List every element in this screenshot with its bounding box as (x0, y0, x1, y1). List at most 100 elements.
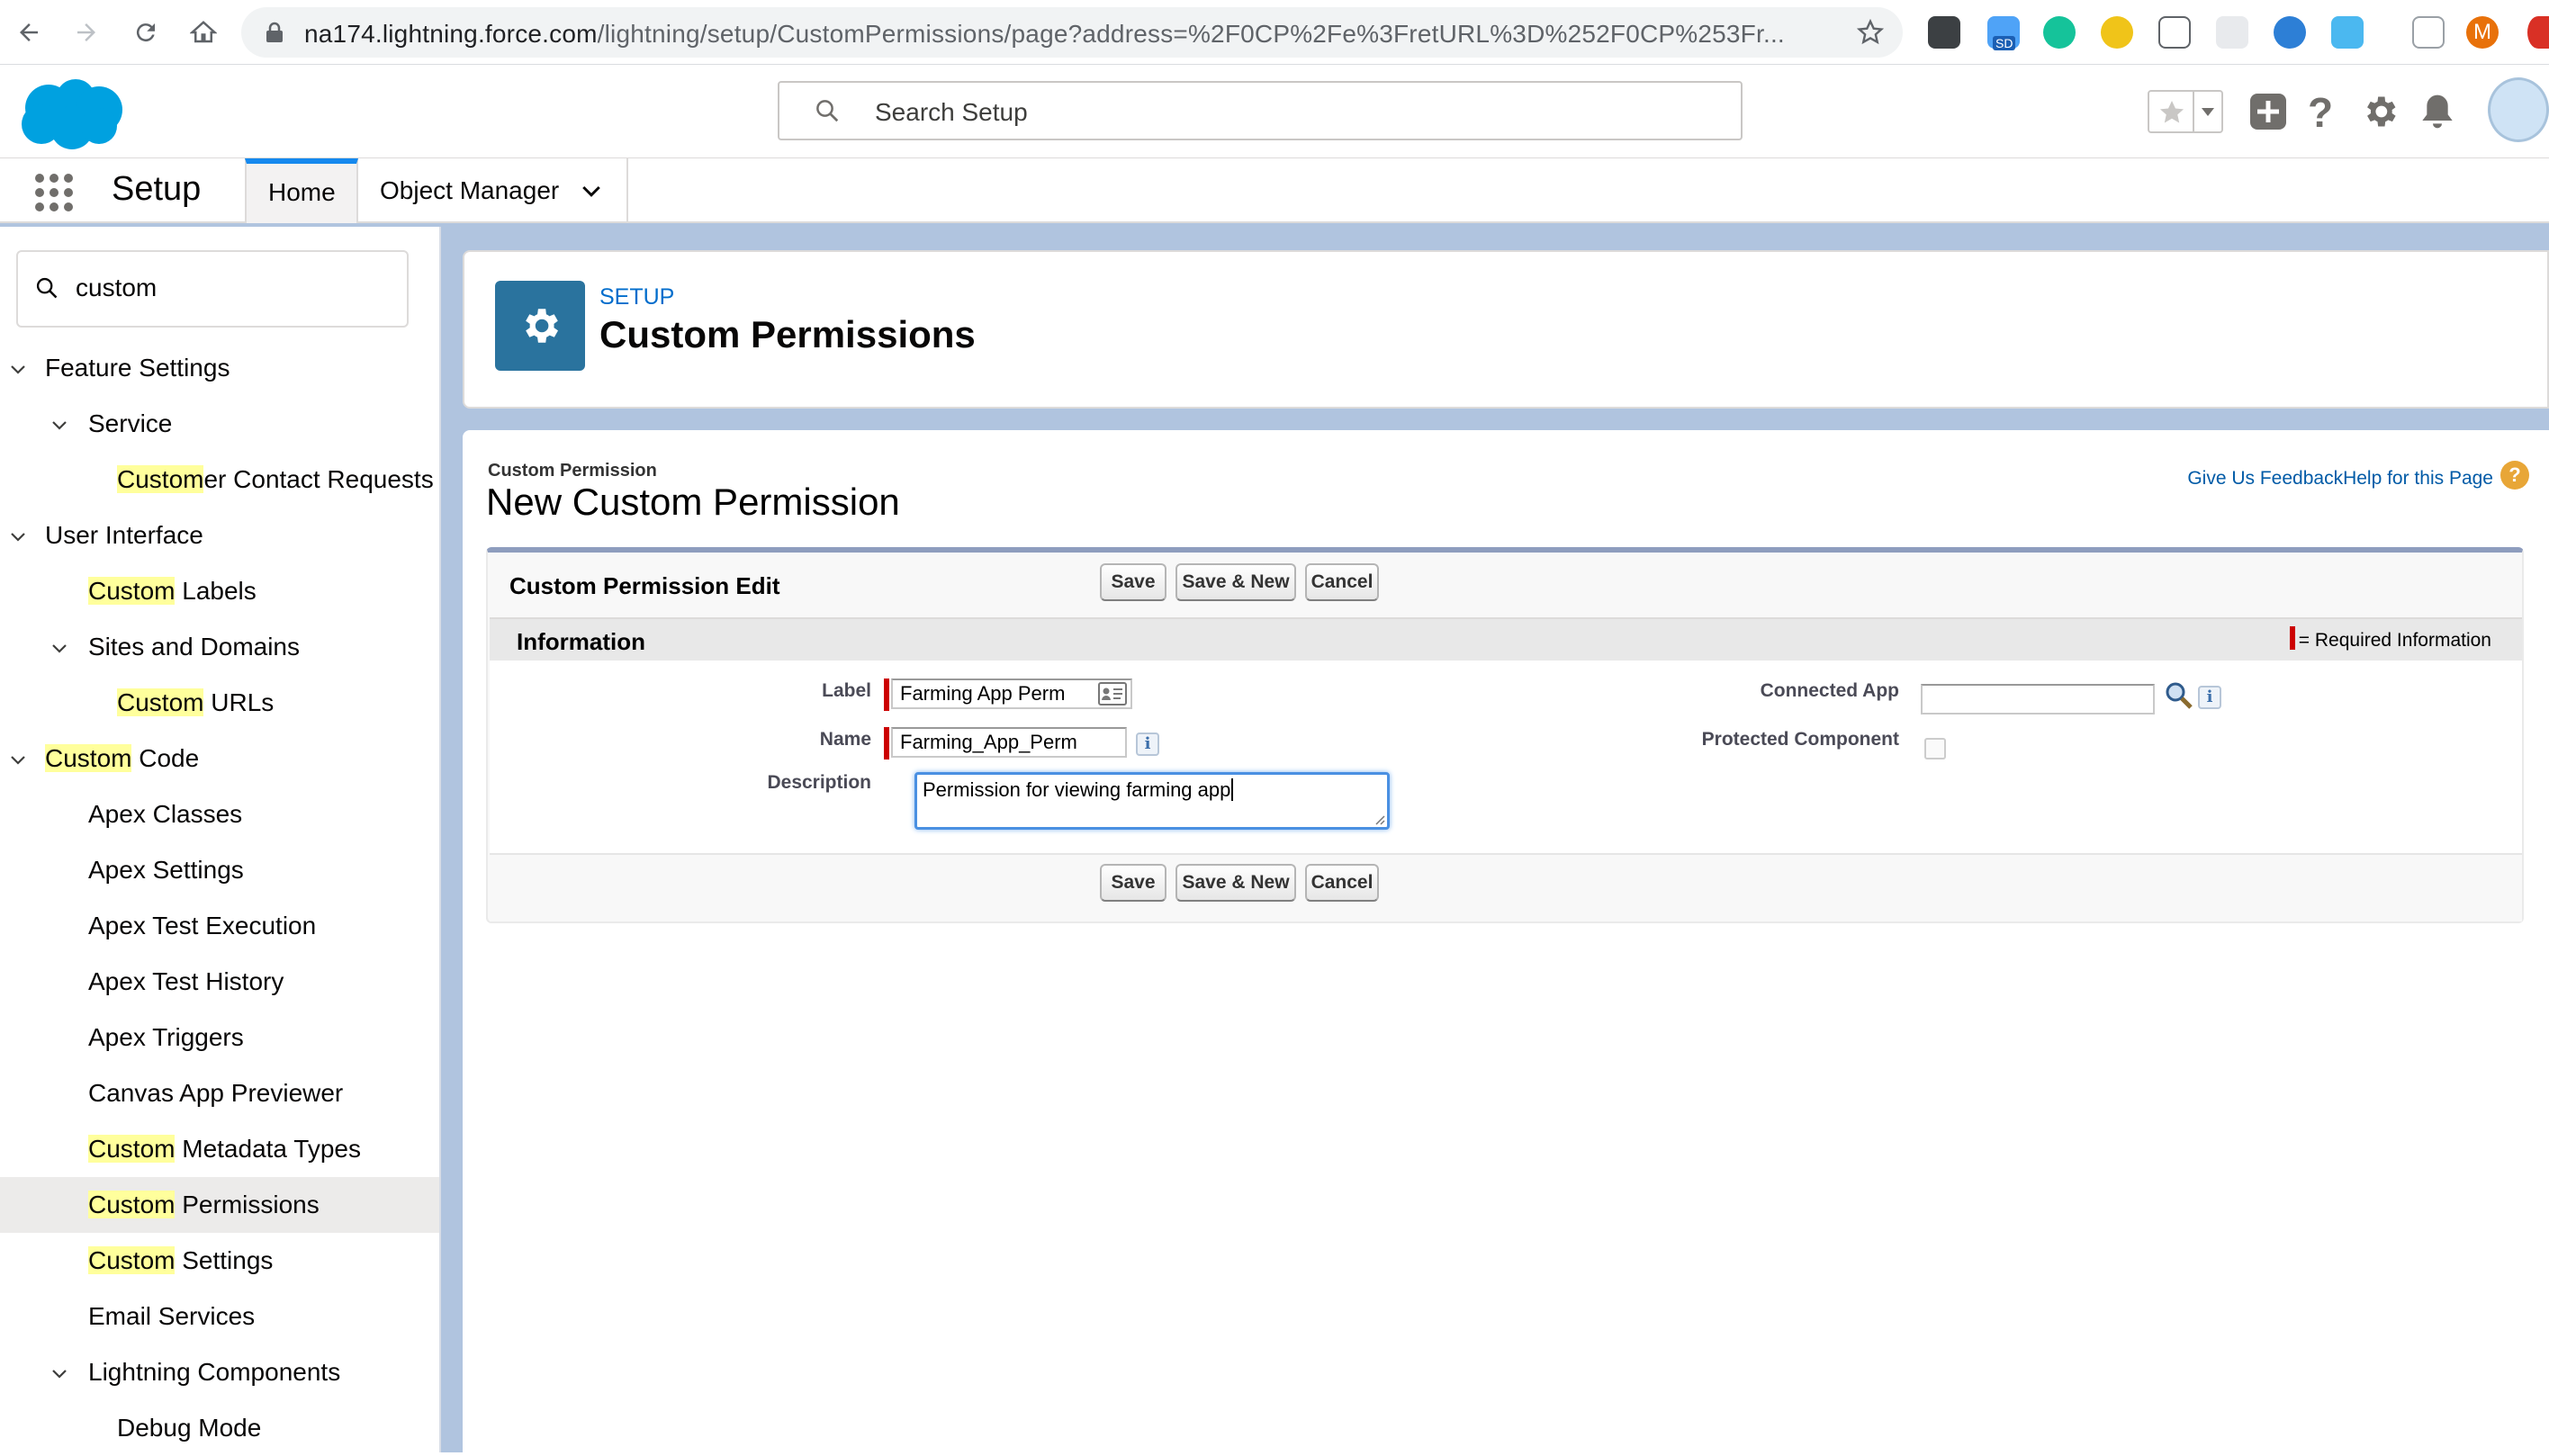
sidebar-item[interactable]: Email Services (0, 1289, 439, 1344)
sidebar-item-text: Sites and Domains (88, 633, 301, 661)
help-question-icon[interactable]: ? (2308, 88, 2333, 137)
extension-dots-icon[interactable] (1928, 16, 1960, 49)
tab-object-manager[interactable]: Object Manager (358, 158, 628, 223)
favorites-button[interactable] (2148, 90, 2223, 133)
setup-eyebrow: SETUP (599, 284, 675, 310)
sidebar-item[interactable]: Custom Permissions (0, 1177, 439, 1233)
add-icon[interactable] (2248, 92, 2288, 131)
sidebar-item-label: Custom Permissions (88, 1191, 320, 1219)
sidebar-item[interactable]: Lightning Components (0, 1344, 439, 1400)
description-textarea[interactable]: Permission for viewing farming app (914, 772, 1390, 830)
sidebar-item[interactable]: Canvas App Previewer (0, 1065, 439, 1121)
info-icon[interactable]: i (1136, 732, 1159, 756)
required-legend: = Required Information (2298, 630, 2491, 651)
salesforce-logo[interactable] (16, 76, 126, 151)
save-button[interactable]: Save (1100, 864, 1166, 902)
help-link[interactable]: Give Us FeedbackHelp for this Page (2187, 468, 2493, 490)
label-input[interactable]: Farming App Perm (891, 679, 1132, 709)
required-marker (884, 679, 889, 711)
help-icon[interactable]: ? (2500, 461, 2529, 490)
connected-app-label: Connected App (1760, 680, 1899, 701)
sidebar-item-text: Feature Settings (45, 354, 230, 382)
sidebar-item-text: URLs (203, 688, 275, 716)
sidebar-item[interactable]: Apex Triggers (0, 1010, 439, 1065)
description-field-label: Description (767, 772, 871, 793)
chevron-down-icon[interactable] (9, 360, 27, 378)
sidebar-item[interactable]: Apex Test Execution (0, 898, 439, 954)
address-bar[interactable]: na174.lightning.force.com/lightning/setu… (241, 7, 1903, 58)
extension-cloud-check-icon[interactable] (2331, 16, 2364, 49)
setup-sidebar: custom Feature Settings Service Customer C… (0, 227, 441, 1452)
reload-icon[interactable] (130, 16, 162, 49)
sidebar-item-text: User Interface (45, 521, 203, 549)
sidebar-item-text: Apex Test History (88, 967, 284, 995)
sidebar-item-label: Sites and Domains (88, 633, 300, 661)
sidebar-item[interactable]: Custom Settings (0, 1233, 439, 1289)
extension-red-icon[interactable] (2527, 16, 2549, 49)
sidebar-item-label: Apex Test Execution (88, 912, 316, 940)
user-avatar[interactable] (2488, 77, 2549, 142)
sidebar-item[interactable]: Feature Settings (0, 340, 439, 396)
chevron-down-icon[interactable] (2193, 92, 2221, 131)
chevron-down-icon[interactable] (9, 750, 27, 768)
sidebar-item-label: Custom URLs (117, 688, 274, 717)
sidebar-item-label: Customer Contact Requests (117, 465, 434, 494)
extension-grid-icon[interactable] (2216, 16, 2248, 49)
info-icon[interactable]: i (2198, 686, 2221, 709)
chevron-down-icon[interactable] (50, 639, 68, 657)
extension-key-icon[interactable] (2101, 16, 2133, 49)
app-launcher-icon[interactable] (34, 173, 74, 212)
sidebar-item[interactable]: Sites and Domains (0, 619, 439, 675)
protected-component-checkbox[interactable] (1924, 738, 1946, 759)
sidebar-item[interactable]: Apex Settings (0, 842, 439, 898)
extension-cloud-icon[interactable]: SD (1987, 16, 2020, 50)
gear-icon[interactable] (2360, 92, 2400, 131)
sidebar-item[interactable]: Custom Labels (0, 563, 439, 619)
save-button[interactable]: Save (1100, 563, 1166, 601)
reading-list-icon[interactable] (2412, 16, 2445, 49)
chevron-down-icon[interactable] (50, 416, 68, 434)
sidebar-item[interactable]: Custom Metadata Types (0, 1121, 439, 1177)
sidebar-item-text: Service (88, 409, 173, 437)
sidebar-item-label: Feature Settings (45, 354, 230, 382)
sidebar-item[interactable]: Debug Mode (0, 1400, 439, 1456)
sidebar-item-text: Apex Triggers (88, 1023, 244, 1051)
back-arrow-icon[interactable] (13, 16, 45, 49)
bookmark-star-icon[interactable] (1856, 18, 1885, 47)
extension-braces-icon[interactable] (2158, 16, 2191, 49)
sidebar-item[interactable]: Service (0, 396, 439, 452)
sidebar-item[interactable]: Custom URLs (0, 675, 439, 731)
cancel-button[interactable]: Cancel (1305, 864, 1379, 902)
chevron-down-icon[interactable] (9, 527, 27, 545)
save-new-button[interactable]: Save & New (1175, 864, 1296, 902)
cancel-button[interactable]: Cancel (1305, 563, 1379, 601)
extension-gear-icon[interactable] (2274, 16, 2306, 49)
sidebar-item[interactable]: Custom Code (0, 731, 439, 786)
grammarly-icon[interactable] (2043, 16, 2076, 49)
quick-find-input[interactable]: custom (16, 250, 409, 328)
sidebar-item-label: Apex Settings (88, 856, 244, 885)
sidebar-item[interactable]: Apex Classes (0, 786, 439, 842)
setup-search-input[interactable]: Search Setup (778, 81, 1743, 140)
sidebar-item[interactable]: User Interface (0, 508, 439, 563)
forward-arrow-icon[interactable] (70, 16, 103, 49)
sidebar-item-text: Settings (175, 1246, 274, 1274)
sidebar-item[interactable]: Customer Contact Requests (0, 452, 439, 508)
contact-card-icon (1098, 682, 1127, 706)
lookup-search-icon[interactable] (2164, 680, 2194, 711)
chevron-down-icon[interactable] (578, 178, 605, 205)
profile-avatar[interactable]: M (2466, 16, 2499, 49)
sidebar-item-label: Apex Classes (88, 800, 242, 829)
notification-bell-icon[interactable] (2419, 92, 2455, 131)
setup-header-card: SETUP Custom Permissions (463, 250, 2549, 409)
sidebar-item[interactable]: Apex Test History (0, 954, 439, 1010)
connected-app-input[interactable] (1921, 684, 2155, 715)
name-input[interactable]: Farming_App_Perm (891, 727, 1127, 758)
home-icon[interactable] (187, 16, 220, 49)
sidebar-item-text: Email Services (88, 1302, 256, 1330)
sidebar-item-label: Custom Metadata Types (88, 1135, 361, 1164)
resize-handle-icon[interactable] (1373, 813, 1385, 825)
tab-home[interactable]: Home (245, 158, 358, 223)
save-new-button[interactable]: Save & New (1175, 563, 1296, 601)
chevron-down-icon[interactable] (50, 1364, 68, 1382)
